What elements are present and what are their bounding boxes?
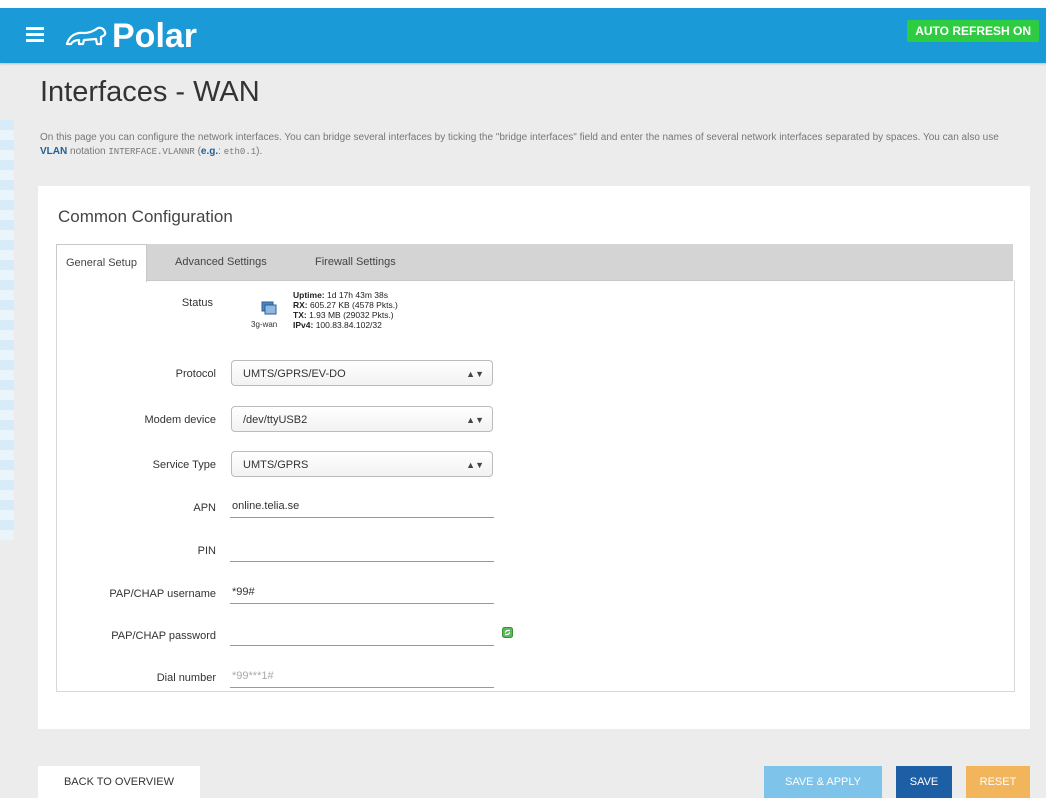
page-description: On this page you can configure the netwo… xyxy=(40,131,1000,159)
pin-label: PIN xyxy=(197,545,216,557)
modem-device-value: /dev/ttyUSB2 xyxy=(243,414,308,426)
modem-device-select[interactable]: /dev/ttyUSB2 ▲▼ xyxy=(231,406,493,432)
reset-button[interactable]: RESET xyxy=(966,766,1030,798)
service-type-label: Service Type xyxy=(152,459,216,471)
top-band xyxy=(0,0,1046,8)
pap-password-label: PAP/CHAP password xyxy=(111,630,216,642)
uptime-value: 1d 17h 43m 38s xyxy=(324,290,388,300)
tab-general-setup[interactable]: General Setup xyxy=(56,244,147,282)
description-text-2: notation xyxy=(67,146,109,157)
description-text-5: ). xyxy=(256,146,263,157)
protocol-label: Protocol xyxy=(175,368,216,380)
vlan-link[interactable]: VLAN xyxy=(40,146,67,157)
apn-label: APN xyxy=(193,502,216,514)
pap-username-input[interactable] xyxy=(230,580,494,604)
status-details: Uptime: 1d 17h 43m 38s RX: 605.27 KB (45… xyxy=(293,290,398,330)
modem-device-label: Modem device xyxy=(144,414,216,426)
tab-bar: General Setup Advanced Settings Firewall… xyxy=(56,244,1013,282)
ipv4-value: 100.83.84.102/32 xyxy=(313,320,382,330)
dial-number-label: Dial number xyxy=(156,672,216,684)
example-code: eth0.1 xyxy=(223,147,257,157)
tx-value: 1.93 MB (29032 Pkts.) xyxy=(306,310,394,320)
tab-advanced-settings[interactable]: Advanced Settings xyxy=(166,244,276,280)
left-decoration xyxy=(0,120,14,540)
save-button[interactable]: SAVE xyxy=(896,766,952,798)
tx-line: TX: 1.93 MB (29032 Pkts.) xyxy=(293,310,398,320)
select-arrows-icon: ▲▼ xyxy=(466,460,484,470)
save-and-apply-button[interactable]: SAVE & APPLY xyxy=(764,766,882,798)
select-arrows-icon: ▲▼ xyxy=(466,369,484,379)
interface-name: 3g-wan xyxy=(251,320,278,329)
logo[interactable]: Polar xyxy=(64,17,197,56)
pap-password-input[interactable] xyxy=(230,622,494,646)
pin-input[interactable] xyxy=(230,538,494,562)
apn-input[interactable] xyxy=(230,494,494,518)
description-text-1: On this page you can configure the netwo… xyxy=(40,132,999,143)
general-setup-panel: Status 3g-wan Uptime: 1d 17h 43m 38s RX:… xyxy=(56,280,1015,692)
card-title: Common Configuration xyxy=(58,207,233,226)
protocol-value: UMTS/GPRS/EV-DO xyxy=(243,368,346,380)
ipv4-line: IPv4: 100.83.84.102/32 xyxy=(293,320,398,330)
select-arrows-icon: ▲▼ xyxy=(466,415,484,425)
back-to-overview-button[interactable]: BACK TO OVERVIEW xyxy=(38,766,200,798)
page-title: Interfaces - WAN xyxy=(40,76,260,108)
common-configuration-card: Common Configuration General Setup Advan… xyxy=(38,186,1030,729)
polar-bear-icon xyxy=(65,26,107,45)
protocol-select[interactable]: UMTS/GPRS/EV-DO ▲▼ xyxy=(231,360,493,386)
rx-line: RX: 605.27 KB (4578 Pkts.) xyxy=(293,300,398,310)
ipv4-key: IPv4: xyxy=(293,320,314,330)
header-bar: Polar AUTO REFRESH ON xyxy=(0,8,1046,63)
service-type-select[interactable]: UMTS/GPRS ▲▼ xyxy=(231,451,493,477)
uptime-line: Uptime: 1d 17h 43m 38s xyxy=(293,290,398,300)
rx-key: RX: xyxy=(293,300,308,310)
notation-code: INTERFACE.VLANNR xyxy=(108,147,195,157)
auto-refresh-button[interactable]: AUTO REFRESH ON xyxy=(907,20,1039,42)
rx-value: 605.27 KB (4578 Pkts.) xyxy=(307,300,398,310)
service-type-value: UMTS/GPRS xyxy=(243,459,309,471)
logo-text: Polar xyxy=(112,17,198,55)
tx-key: TX: xyxy=(293,310,307,320)
network-interface-icon xyxy=(261,301,277,315)
menu-icon[interactable] xyxy=(26,27,44,43)
reveal-password-icon[interactable] xyxy=(502,627,513,638)
status-label: Status xyxy=(181,297,213,309)
pap-username-label: PAP/CHAP username xyxy=(109,588,216,600)
tab-firewall-settings[interactable]: Firewall Settings xyxy=(306,244,405,280)
dial-number-input[interactable] xyxy=(230,664,494,688)
uptime-key: Uptime: xyxy=(293,290,325,300)
example-link[interactable]: e.g. xyxy=(201,146,218,157)
